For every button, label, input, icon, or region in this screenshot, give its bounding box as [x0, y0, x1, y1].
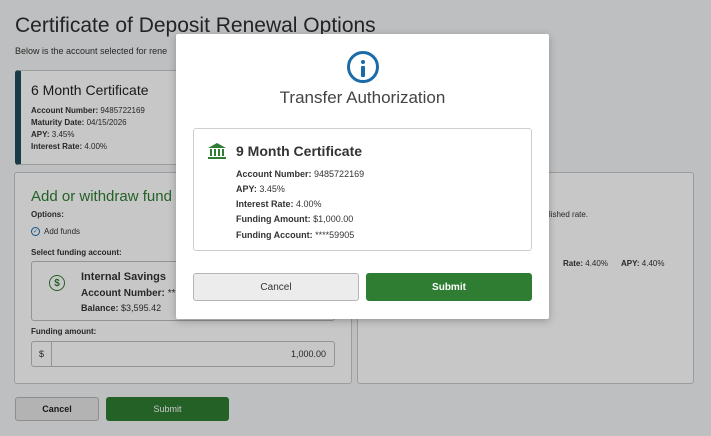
info-icon [347, 51, 379, 83]
detail-funding-account-row: Funding Account: ****59905 [236, 230, 355, 240]
transfer-details-card: 9 Month Certificate Account Number: 9485… [193, 128, 532, 251]
dialog-cancel-button[interactable]: Cancel [193, 273, 359, 301]
dialog-submit-button[interactable]: Submit [366, 273, 532, 301]
new-certificate-title: 9 Month Certificate [236, 143, 363, 159]
bank-icon [208, 143, 226, 159]
detail-rate-row: Interest Rate: 4.00% [236, 199, 322, 209]
detail-funding-amount-row: Funding Amount: $1,000.00 [236, 214, 354, 224]
detail-account-row: Account Number: 9485722169 [236, 169, 365, 179]
detail-apy-row: APY: 3.45% [236, 184, 285, 194]
transfer-authorization-dialog: Transfer Authorization 9 Month Certifica… [176, 34, 549, 319]
dialog-title: Transfer Authorization [279, 88, 446, 107]
